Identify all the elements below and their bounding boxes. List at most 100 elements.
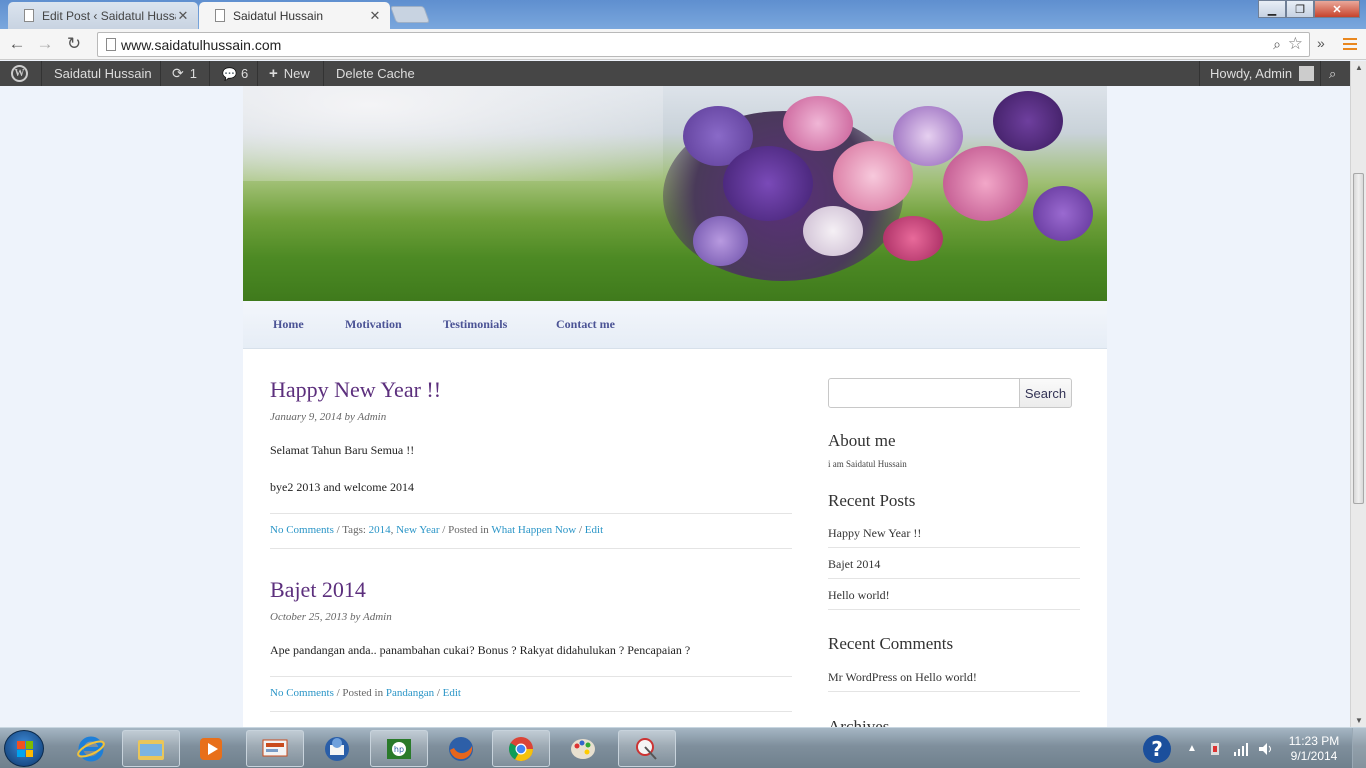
recent-comment-item: Mr WordPress on Hello world! — [828, 661, 1080, 692]
file-explorer-icon[interactable] — [122, 730, 180, 767]
show-desktop-button[interactable] — [1352, 728, 1366, 768]
page-scrollbar[interactable]: ▲ ▼ — [1350, 61, 1366, 727]
tab-title: Edit Post ‹ Saidatul Hussai — [42, 8, 176, 23]
paint-icon[interactable] — [554, 730, 612, 767]
system-clock[interactable]: 11:23 PM 9/1/2014 — [1282, 734, 1346, 764]
browser-toolbar: ← → ↻ www.saidatulhussain.com ⌕ ☆ » — [0, 29, 1366, 60]
clock-time: 11:23 PM — [1288, 734, 1340, 748]
page-icon — [215, 9, 225, 22]
category-link[interactable]: Pandangan — [386, 687, 434, 699]
recent-posts-title: Recent Posts — [828, 491, 916, 510]
comments-count: 6 — [240, 66, 249, 81]
separator: / — [576, 524, 585, 536]
post-paragraph: Ape pandangan anda.. panambahan cukai? B… — [270, 643, 691, 657]
network-signal-icon[interactable] — [1233, 728, 1249, 768]
comment-author-link[interactable]: Mr WordPress — [828, 670, 897, 684]
volume-icon[interactable] — [1258, 728, 1274, 768]
svg-text:hp: hp — [394, 745, 404, 754]
extensions-overflow-icon[interactable]: » — [1317, 35, 1325, 51]
post-meta: January 9, 2014 by Admin — [270, 411, 387, 423]
recent-post-link[interactable]: Happy New Year !! — [828, 517, 1080, 548]
media-player-icon[interactable] — [182, 730, 240, 767]
separator: / — [434, 687, 443, 699]
archives-title: Archives — [828, 717, 890, 727]
close-tab-icon[interactable]: ✕ — [176, 8, 190, 24]
minimize-icon[interactable]: ▁ — [1258, 0, 1286, 18]
maximize-icon[interactable]: ❐ — [1286, 0, 1314, 18]
thunderbird-icon[interactable] — [308, 730, 366, 767]
tab-saidatul-hussain[interactable]: Saidatul Hussain ✕ — [199, 2, 390, 29]
edit-link[interactable]: Edit — [443, 687, 461, 699]
posted-in-label: / Posted in — [333, 687, 386, 699]
page-icon — [24, 9, 34, 22]
tab-title: Saidatul Hussain — [233, 8, 324, 23]
post-title[interactable]: Bajet 2014 — [270, 577, 366, 603]
chrome-menu-icon[interactable] — [1343, 38, 1357, 53]
search-button[interactable]: Search — [1019, 378, 1072, 408]
zoom-icon[interactable]: ⌕ — [1273, 36, 1281, 53]
category-link[interactable]: What Happen Now — [491, 524, 576, 536]
updates-link[interactable]: ⟳ 1 — [172, 61, 197, 86]
about-me-title: About me — [828, 431, 896, 450]
posted-in-label: / Posted in — [439, 524, 492, 536]
edit-link[interactable]: Edit — [585, 524, 603, 536]
device-tray-icon[interactable] — [1208, 728, 1222, 768]
recent-post-link[interactable]: Bajet 2014 — [828, 548, 1080, 579]
browser-tabstrip: Edit Post ‹ Saidatul Hussai ✕ Saidatul H… — [0, 0, 1366, 29]
show-hidden-icons-icon[interactable]: ▲ — [1187, 728, 1197, 768]
chrome-icon[interactable] — [492, 730, 550, 767]
clock-date: 9/1/2014 — [1290, 749, 1338, 763]
scroll-down-icon[interactable]: ▼ — [1355, 716, 1363, 725]
site-page: Home Motivation Testimonials Contact me … — [243, 86, 1107, 727]
tag-link[interactable]: 2014 — [369, 524, 391, 536]
address-bar[interactable]: www.saidatulhussain.com ⌕ ☆ — [97, 32, 1310, 57]
page-icon — [106, 38, 116, 51]
recent-post-link[interactable]: Hello world! — [828, 579, 1080, 610]
tag-link[interactable]: New Year — [396, 524, 439, 536]
scroll-up-icon[interactable]: ▲ — [1355, 63, 1363, 72]
comments-link[interactable]: No Comments — [270, 524, 334, 536]
wordpress-logo-icon[interactable]: W — [11, 61, 28, 86]
start-button[interactable] — [4, 730, 44, 767]
post-paragraph: bye2 2013 and welcome 2014 — [270, 480, 414, 494]
comment-post-link[interactable]: Hello world! — [915, 670, 977, 684]
svg-text:?: ? — [1151, 737, 1163, 761]
site-name-link[interactable]: Saidatul Hussain — [54, 61, 152, 86]
help-icon[interactable]: ? — [1142, 728, 1172, 768]
recent-comments-title: Recent Comments — [828, 634, 954, 653]
new-label: New — [283, 66, 310, 81]
new-content-link[interactable]: + New — [269, 61, 310, 86]
comments-link[interactable]: 💬 6 — [222, 61, 248, 86]
plus-icon: + — [269, 65, 278, 82]
forward-icon[interactable]: → — [34, 33, 56, 55]
nav-item-home[interactable]: Home — [273, 317, 304, 332]
nav-item-contact-me[interactable]: Contact me — [556, 317, 615, 332]
main-navigation: Home Motivation Testimonials Contact me — [243, 301, 1107, 349]
post-paragraph: Selamat Tahun Baru Semua !! — [270, 443, 415, 457]
search-input[interactable] — [828, 378, 1020, 408]
scrollbar-thumb[interactable] — [1353, 173, 1364, 504]
bookmark-star-icon[interactable]: ☆ — [1288, 34, 1303, 54]
search-icon[interactable]: ⌕ — [1329, 61, 1336, 86]
internet-explorer-icon[interactable] — [62, 730, 120, 767]
close-window-icon[interactable]: ✕ — [1314, 0, 1360, 18]
wp-admin-bar: W Saidatul Hussain ⟳ 1 💬 6 + New Delete … — [0, 61, 1350, 86]
nav-item-motivation[interactable]: Motivation — [345, 317, 402, 332]
tab-edit-post[interactable]: Edit Post ‹ Saidatul Hussai ✕ — [8, 2, 198, 29]
url-text[interactable]: www.saidatulhussain.com — [121, 37, 281, 53]
back-icon[interactable]: ← — [6, 33, 28, 55]
nav-item-testimonials[interactable]: Testimonials — [443, 317, 507, 332]
firefox-icon[interactable] — [432, 730, 490, 767]
delete-cache-link[interactable]: Delete Cache — [336, 61, 415, 86]
hp-app-icon[interactable]: hp — [370, 730, 428, 767]
presentation-app-icon[interactable] — [246, 730, 304, 767]
new-tab-button[interactable] — [389, 6, 431, 23]
snipping-tool-icon[interactable] — [618, 730, 676, 767]
howdy-text: Howdy, Admin — [1210, 66, 1293, 81]
windows-logo-icon — [17, 741, 33, 757]
post-title[interactable]: Happy New Year !! — [270, 377, 441, 403]
reload-icon[interactable]: ↻ — [63, 33, 85, 55]
comments-link[interactable]: No Comments — [270, 687, 334, 699]
my-account-link[interactable]: Howdy, Admin — [1210, 61, 1315, 86]
close-tab-icon[interactable]: ✕ — [368, 8, 382, 24]
